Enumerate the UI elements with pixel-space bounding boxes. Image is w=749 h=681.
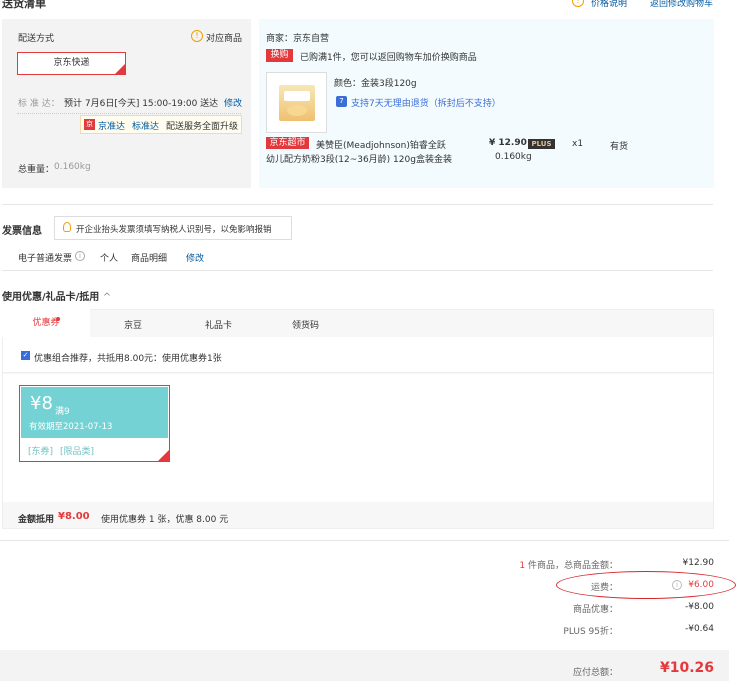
goods-total: ¥12.90	[682, 558, 715, 568]
invoice-title: 发票信息	[2, 226, 42, 237]
stock-status: 有货	[610, 142, 629, 152]
summary-label: 金额抵用	[18, 515, 55, 525]
summary-amount: ¥8.00	[58, 511, 90, 522]
tab-gift-card[interactable]: 礼品卡	[205, 318, 232, 331]
goods-discount-value: -¥8.00	[684, 602, 714, 612]
section-divider	[2, 270, 713, 271]
tab-coupon[interactable]: 优惠券	[2, 309, 90, 337]
upgrade-text: 配送服务全面升级	[166, 122, 239, 132]
invoice-tip: 开企业抬头发票须填写纳税人识别号，以免影响报销	[54, 216, 292, 240]
delivery-divider	[17, 113, 241, 114]
plus-badge: PLUS	[528, 139, 555, 149]
jd-badge: 京	[84, 119, 95, 130]
invoice-person: 个人	[100, 254, 119, 264]
combo-checkbox[interactable]: ✓	[21, 351, 30, 360]
delivery-upgrade-banner[interactable]: 京 京准达 标准达 配送服务全面升级	[80, 115, 242, 134]
product-image[interactable]	[266, 72, 327, 133]
chevron-up-icon: ^	[102, 292, 112, 303]
tab-redeem-code[interactable]: 领货码	[292, 318, 319, 331]
coupon-valid: 有效期至2021-07-13	[29, 422, 113, 432]
coupon-tags: [东券] [限品类]	[21, 438, 168, 460]
shipping-highlight-ellipse	[556, 571, 736, 599]
invoice-type: 电子普通发票	[18, 254, 73, 264]
coupon-tag-category: [限品类]	[60, 447, 95, 457]
invoice-tip-text: 开企业抬头发票须填写纳税人识别号，以免影响报销	[76, 225, 272, 235]
matching-goods-link[interactable]: 对应商品	[206, 31, 242, 44]
jd-supermarket-tag: 京东超市	[266, 137, 309, 149]
plus-discount-value: -¥0.64	[684, 624, 714, 634]
jd-precise-label: 京准达	[98, 122, 126, 132]
product-name-line1[interactable]: 美赞臣(Meadjohnson)铂睿全跃	[316, 138, 446, 151]
payable-bar	[0, 650, 729, 681]
tab-jd-beans[interactable]: 京豆	[124, 318, 142, 331]
total-weight-label: 总重量：	[18, 165, 55, 175]
invoice-modify-link[interactable]: 修改	[186, 251, 204, 264]
total-weight-value: 0.160kg	[54, 162, 91, 172]
standard-delivery-label: 标 准 达：	[18, 99, 60, 109]
summary-text: 使用优惠券 1 张，优惠 8.00 元	[101, 515, 229, 525]
selected-corner-icon	[158, 450, 169, 461]
product-color: 颜色：金装3段120g	[334, 79, 417, 89]
product-name-line2[interactable]: 幼儿配方奶粉3段(12~36月龄) 120g盒装金装	[266, 152, 452, 165]
alert-icon: !	[191, 30, 203, 42]
return-policy-text: 支持7天无理由退货（拆封后不支持）	[351, 99, 501, 109]
standard-delivery-time: 预计 7月6日[今天] 15:00-19:00 送达	[64, 99, 219, 109]
shipping-option-label: 京东快递	[53, 58, 90, 68]
coupon-threshold: 满9	[55, 407, 70, 417]
combo-text: 优惠组合推荐，共抵用8.00元：使用优惠券1张	[34, 354, 222, 364]
discount-title[interactable]: 使用优惠/礼品卡/抵用 ^	[2, 288, 111, 303]
plus-discount-label: PLUS 95折：	[563, 627, 618, 637]
shipping-method-label: 配送方式	[18, 34, 55, 44]
delivery-modify-link[interactable]: 修改	[224, 96, 242, 109]
swap-text: 已购满1件，您可以返回购物车加价换购商品	[300, 53, 477, 63]
coupon-card[interactable]: ¥8 满9 有效期至2021-07-13 [东券] [限品类]	[19, 385, 170, 462]
product-price: ¥ 12.90	[489, 138, 527, 148]
price-info-link[interactable]: 价格说明	[591, 0, 627, 9]
payable-value: ¥10.26	[659, 660, 714, 676]
red-dot-icon	[56, 317, 60, 321]
goods-count-line: 1 件商品，总商品金额：	[519, 561, 618, 571]
standard-label: 标准达	[132, 122, 160, 132]
info-circle-icon: i	[75, 251, 85, 261]
product-weight: 0.160kg	[495, 152, 532, 162]
return-policy-icon: 7	[336, 96, 347, 107]
shipping-option-jd-express[interactable]: 京东快递	[17, 52, 126, 75]
merchant-name: 商家：京东自营	[266, 34, 330, 44]
goods-count: 1	[519, 561, 526, 571]
back-to-cart-link[interactable]: 返回修改购物车	[650, 0, 713, 9]
goods-discount-label: 商品优惠：	[572, 605, 618, 615]
section-divider	[0, 540, 729, 541]
coupon-amount: ¥8	[30, 393, 53, 414]
page-title: 送货清单	[2, 0, 46, 10]
coupon-tag-jd: [东券]	[28, 447, 54, 457]
milk-box-icon	[279, 85, 315, 121]
coupon-top: ¥8 满9 有效期至2021-07-13	[21, 387, 168, 438]
selected-corner-icon	[115, 64, 125, 74]
invoice-detail: 商品明细	[131, 254, 168, 264]
bulb-icon	[63, 222, 71, 232]
product-quantity: x1	[572, 139, 584, 149]
payable-label: 应付总额：	[572, 668, 618, 678]
price-info-icon: !	[572, 0, 584, 7]
section-divider	[2, 204, 713, 205]
swap-tag: 换购	[266, 49, 293, 62]
